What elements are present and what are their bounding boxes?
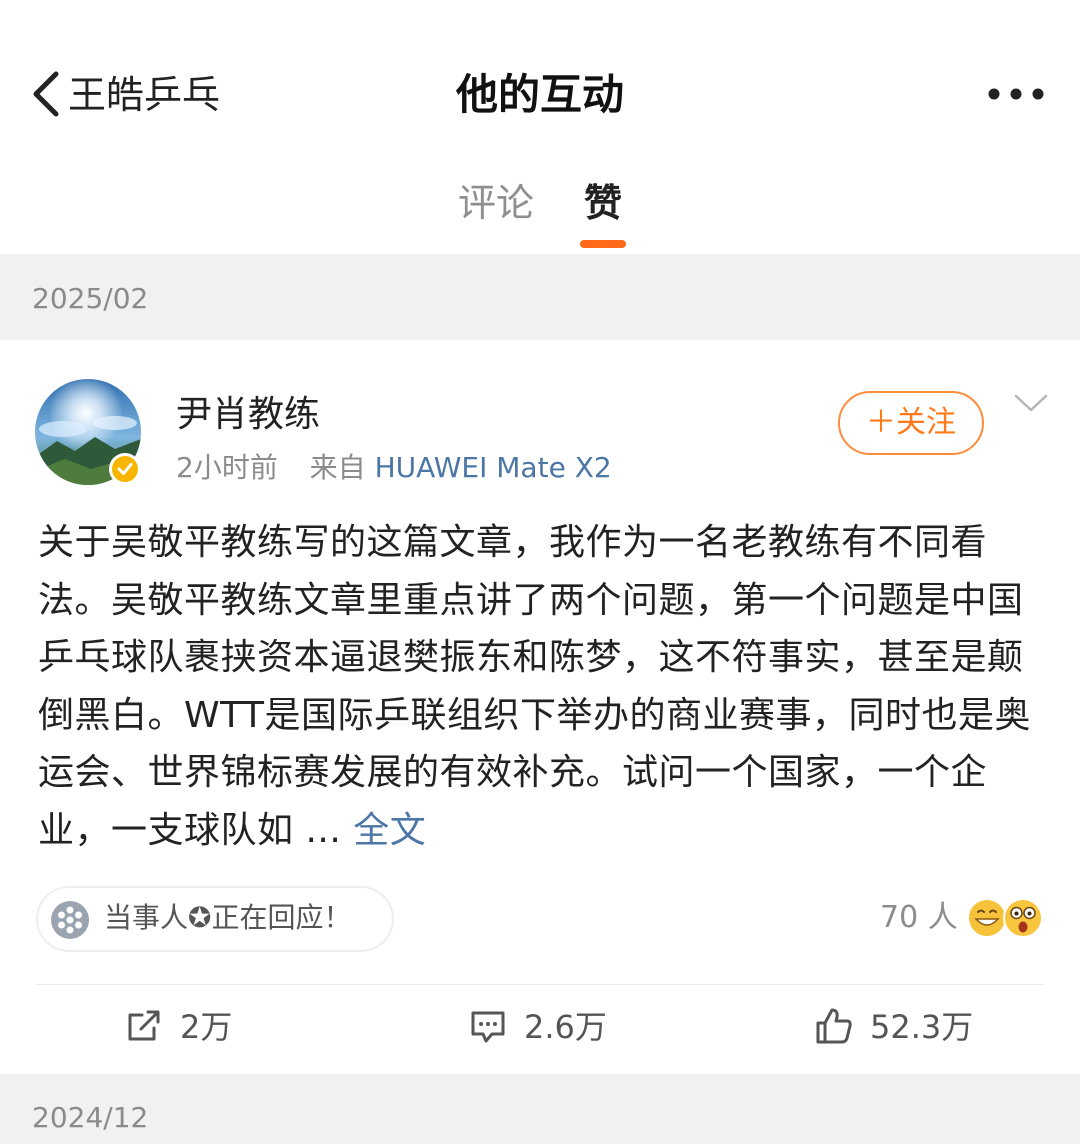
chevron-down-icon[interactable] (1012, 390, 1050, 418)
post-time: 2小时前 (176, 451, 278, 484)
date-section-label: 2025/02 (32, 282, 149, 315)
post-source[interactable]: HUAWEI Mate X2 (375, 451, 612, 484)
repost-icon[interactable] (124, 1006, 164, 1046)
date-section-header (0, 254, 1080, 340)
like-count[interactable]: 52.3万 (870, 1006, 973, 1048)
more-dots-icon[interactable] (985, 80, 1047, 108)
page-title: 他的互动 (455, 70, 624, 119)
tab-likes[interactable]: 赞 (584, 180, 622, 226)
active-tab-indicator (580, 240, 626, 248)
verified-badge-icon (109, 453, 141, 485)
author-name[interactable]: 尹肖教练 (176, 392, 320, 438)
follow-button[interactable]: ＋关注 (838, 391, 984, 455)
source-prefix: 来自 (309, 451, 366, 484)
repost-count[interactable]: 2万 (180, 1006, 232, 1048)
topic-icon (51, 901, 89, 939)
tab-bar (0, 150, 1080, 254)
post-meta: 2小时前 来自 HUAWEI Mate X2 (176, 450, 612, 486)
topic-pill-label: 当事人✪正在回应！ (104, 901, 352, 934)
reaction-count[interactable]: 70 人 (880, 898, 958, 938)
divider (36, 984, 1044, 985)
like-icon[interactable] (814, 1006, 854, 1046)
post-text[interactable]: 关于吴敬平教练写的这篇文章，我作为一名老教练有不同看法。吴敬平教练文章里重点讲了… (38, 514, 1042, 859)
post-text-content: 关于吴敬平教练写的这篇文章，我作为一名老教练有不同看法。吴敬平教练文章里重点讲了… (38, 522, 1031, 851)
tab-comments[interactable]: 评论 (458, 180, 534, 226)
full-text-link[interactable]: 全文 (353, 810, 426, 851)
comment-icon[interactable] (468, 1006, 508, 1046)
date-section-header (0, 1074, 1080, 1144)
comment-count[interactable]: 2.6万 (524, 1006, 607, 1048)
shocked-emoji-icon[interactable] (1002, 897, 1044, 939)
date-section-label: 2024/12 (32, 1101, 149, 1134)
